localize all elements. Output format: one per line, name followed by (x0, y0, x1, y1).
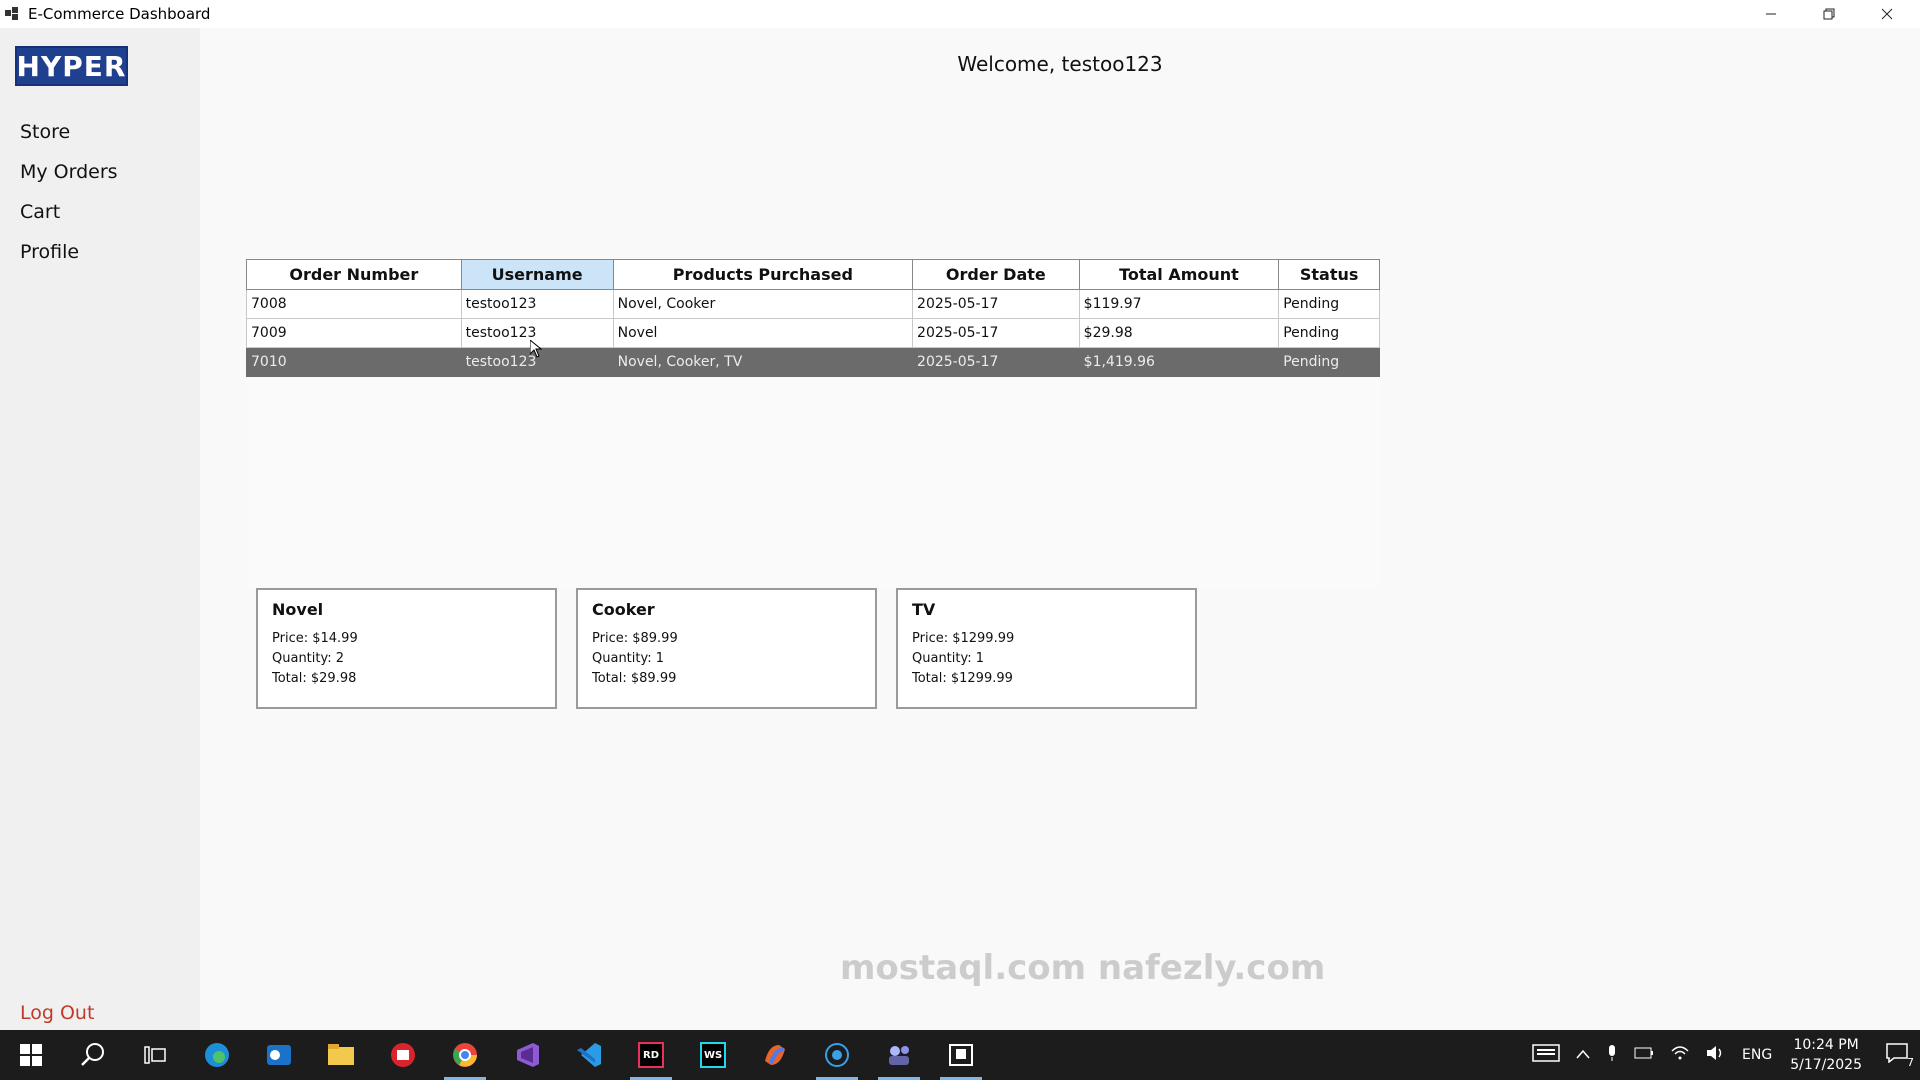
hyper-logo[interactable]: HYPER (15, 46, 128, 86)
column-header-total-amount[interactable]: Total Amount (1078, 259, 1280, 290)
windows-start-icon[interactable] (0, 1030, 62, 1080)
column-header-products-purchased[interactable]: Products Purchased (612, 259, 914, 290)
chevron-up-icon[interactable] (1576, 1047, 1590, 1063)
logout-button[interactable]: Log Out (20, 1002, 94, 1024)
cell-order-number[interactable]: 7009 (246, 318, 462, 348)
title-bar: E-Commerce Dashboard (0, 0, 1920, 28)
battery-icon[interactable] (1634, 1047, 1654, 1063)
keyboard-icon[interactable] (1532, 1044, 1560, 1066)
column-header-status[interactable]: Status (1278, 259, 1380, 290)
cell-products[interactable]: Novel, Cooker, TV (612, 347, 914, 377)
column-header-username[interactable]: Username (460, 259, 614, 290)
teams-icon[interactable] (868, 1030, 930, 1080)
file-explorer-icon[interactable] (310, 1030, 372, 1080)
item-card-novel: Novel Price: $14.99 Quantity: 2 Total: $… (256, 588, 557, 709)
close-button[interactable] (1858, 0, 1916, 28)
wifi-icon[interactable] (1670, 1045, 1690, 1065)
outlook-icon[interactable] (248, 1030, 310, 1080)
welcome-message: Welcome, testoo123 (957, 52, 1163, 76)
cell-total-amount[interactable]: $29.98 (1078, 318, 1280, 348)
restore-icon (1823, 8, 1835, 20)
sidebar: HYPER Store My Orders Cart Profile Log O… (0, 28, 200, 1030)
item-quantity: Quantity: 1 (912, 651, 985, 666)
taskbar: RD WS ENG 10:24 PM 5/17/2025 7 (0, 1030, 1920, 1080)
item-price: Price: $89.99 (592, 631, 678, 646)
system-tray: ENG 10:24 PM 5/17/2025 7 (1524, 1030, 1920, 1080)
mouse-cursor-icon (529, 338, 543, 362)
minimize-button[interactable] (1742, 0, 1800, 28)
clock-time: 10:24 PM (1793, 1037, 1859, 1053)
sidebar-item-my-orders[interactable]: My Orders (20, 152, 118, 192)
cell-status[interactable]: Pending (1278, 347, 1380, 377)
app-icon (4, 6, 20, 22)
cell-order-number[interactable]: 7008 (246, 289, 462, 319)
cell-username[interactable]: testoo123 (460, 289, 614, 319)
copilot-icon[interactable] (744, 1030, 806, 1080)
window-title: E-Commerce Dashboard (28, 5, 211, 23)
app-gear-icon[interactable] (806, 1030, 868, 1080)
sidebar-item-cart[interactable]: Cart (20, 192, 118, 232)
visual-studio-icon[interactable] (496, 1030, 558, 1080)
item-total: Total: $29.98 (272, 671, 357, 686)
table-row[interactable]: 7008 testoo123 Novel, Cooker 2025-05-17 … (246, 289, 1380, 319)
task-view-icon[interactable] (124, 1030, 186, 1080)
item-price: Price: $1299.99 (912, 631, 1015, 646)
notification-center-button[interactable]: 7 (1886, 1043, 1914, 1069)
language-indicator[interactable]: ENG (1742, 1047, 1772, 1063)
orders-table[interactable]: Order Number Username Products Purchased… (246, 259, 1380, 377)
cell-total-amount[interactable]: $119.97 (1078, 289, 1280, 319)
app-window-icon[interactable] (930, 1030, 992, 1080)
svg-text:RD: RD (643, 1050, 659, 1061)
item-card-cooker: Cooker Price: $89.99 Quantity: 1 Total: … (576, 588, 877, 709)
main-content: Welcome, testoo123 Order Number Username… (200, 28, 1920, 1030)
cell-total-amount[interactable]: $1,419.96 (1078, 347, 1280, 377)
notification-count: 7 (1907, 1056, 1914, 1069)
cell-order-date[interactable]: 2025-05-17 (912, 318, 1080, 348)
app-window: E-Commerce Dashboard HYPER Store My Orde… (0, 0, 1920, 1030)
item-name: Novel (272, 600, 324, 619)
column-header-order-number[interactable]: Order Number (246, 259, 462, 290)
cell-status[interactable]: Pending (1278, 318, 1380, 348)
close-icon (1881, 8, 1893, 20)
item-quantity: Quantity: 2 (272, 651, 345, 666)
volume-icon[interactable] (1706, 1045, 1726, 1065)
cell-order-date[interactable]: 2025-05-17 (912, 289, 1080, 319)
cell-order-number[interactable]: 7010 (246, 347, 462, 377)
item-total: Total: $1299.99 (912, 671, 1013, 686)
rider-icon[interactable]: RD (620, 1030, 682, 1080)
column-header-order-date[interactable]: Order Date (912, 259, 1080, 290)
item-card-tv: TV Price: $1299.99 Quantity: 1 Total: $1… (896, 588, 1197, 709)
webstorm-icon[interactable]: WS (682, 1030, 744, 1080)
order-items-panel: Novel Price: $14.99 Quantity: 2 Total: $… (256, 588, 1197, 709)
table-row-selected[interactable]: 7010 testoo123 Novel, Cooker, TV 2025-05… (246, 347, 1380, 377)
cell-order-date[interactable]: 2025-05-17 (912, 347, 1080, 377)
clock[interactable]: 10:24 PM 5/17/2025 (1790, 1035, 1862, 1075)
cell-products[interactable]: Novel, Cooker (612, 289, 914, 319)
minimize-icon (1766, 13, 1776, 15)
chrome-icon[interactable] (434, 1030, 496, 1080)
item-name: TV (912, 600, 936, 619)
item-price: Price: $14.99 (272, 631, 358, 646)
vscode-icon[interactable] (558, 1030, 620, 1080)
table-header-row: Order Number Username Products Purchased… (246, 259, 1380, 290)
search-icon[interactable] (62, 1030, 124, 1080)
clock-date: 5/17/2025 (1790, 1057, 1862, 1073)
notification-icon (1886, 1043, 1908, 1064)
cell-products[interactable]: Novel (612, 318, 914, 348)
app-red-icon[interactable] (372, 1030, 434, 1080)
table-row[interactable]: 7009 testoo123 Novel 2025-05-17 $29.98 P… (246, 318, 1380, 348)
item-quantity: Quantity: 1 (592, 651, 665, 666)
item-total: Total: $89.99 (592, 671, 677, 686)
watermark: mostaql.com nafezly.com (840, 948, 1326, 988)
restore-button[interactable] (1800, 0, 1858, 28)
svg-text:WS: WS (704, 1050, 722, 1061)
sidebar-item-profile[interactable]: Profile (20, 232, 118, 272)
edge-icon[interactable] (186, 1030, 248, 1080)
cell-status[interactable]: Pending (1278, 289, 1380, 319)
microphone-icon[interactable] (1606, 1044, 1618, 1066)
sidebar-nav: Store My Orders Cart Profile (20, 112, 118, 272)
item-name: Cooker (592, 600, 655, 619)
sidebar-item-store[interactable]: Store (20, 112, 118, 152)
